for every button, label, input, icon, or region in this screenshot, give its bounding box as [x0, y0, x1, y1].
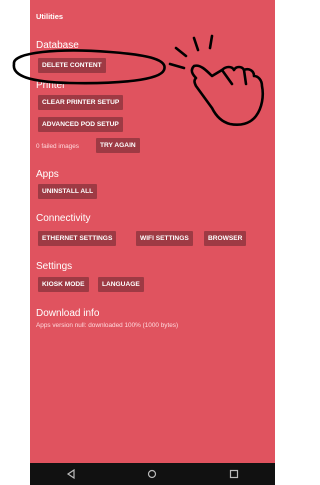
delete-content-button[interactable]: DELETE CONTENT: [38, 58, 106, 73]
browser-button[interactable]: BROWSER: [204, 231, 247, 246]
advanced-pod-setup-button[interactable]: ADVANCED POD SETUP: [38, 117, 123, 132]
utilities-screen: Utilities Database DELETE CONTENT Printe…: [30, 0, 275, 485]
kiosk-mode-button[interactable]: KIOSK MODE: [38, 277, 89, 292]
language-button[interactable]: LANGUAGE: [98, 277, 144, 292]
section-title-printer: Printer: [36, 80, 66, 91]
uninstall-all-button[interactable]: UNINSTALL ALL: [38, 184, 98, 199]
section-title-download-info: Download info: [36, 308, 100, 319]
section-title-connectivity: Connectivity: [36, 213, 91, 224]
app-title: Utilities: [36, 11, 64, 21]
section-title-apps: Apps: [36, 169, 59, 180]
failed-images-text: 0 failed images: [36, 143, 79, 150]
recents-icon[interactable]: [224, 464, 244, 484]
back-icon[interactable]: [61, 464, 81, 484]
clear-printer-setup-button[interactable]: CLEAR PRINTER SETUP: [38, 95, 124, 110]
try-again-button[interactable]: TRY AGAIN: [96, 138, 140, 153]
download-status-text: Apps version null: downloaded 100% (1000…: [36, 322, 179, 329]
ethernet-settings-button[interactable]: ETHERNET SETTINGS: [38, 231, 117, 246]
section-title-database: Database: [36, 40, 79, 51]
section-title-settings: Settings: [36, 261, 73, 272]
navigation-bar: [30, 463, 275, 485]
home-icon[interactable]: [142, 464, 162, 484]
wifi-settings-button[interactable]: WIFI SETTINGS: [136, 231, 193, 246]
